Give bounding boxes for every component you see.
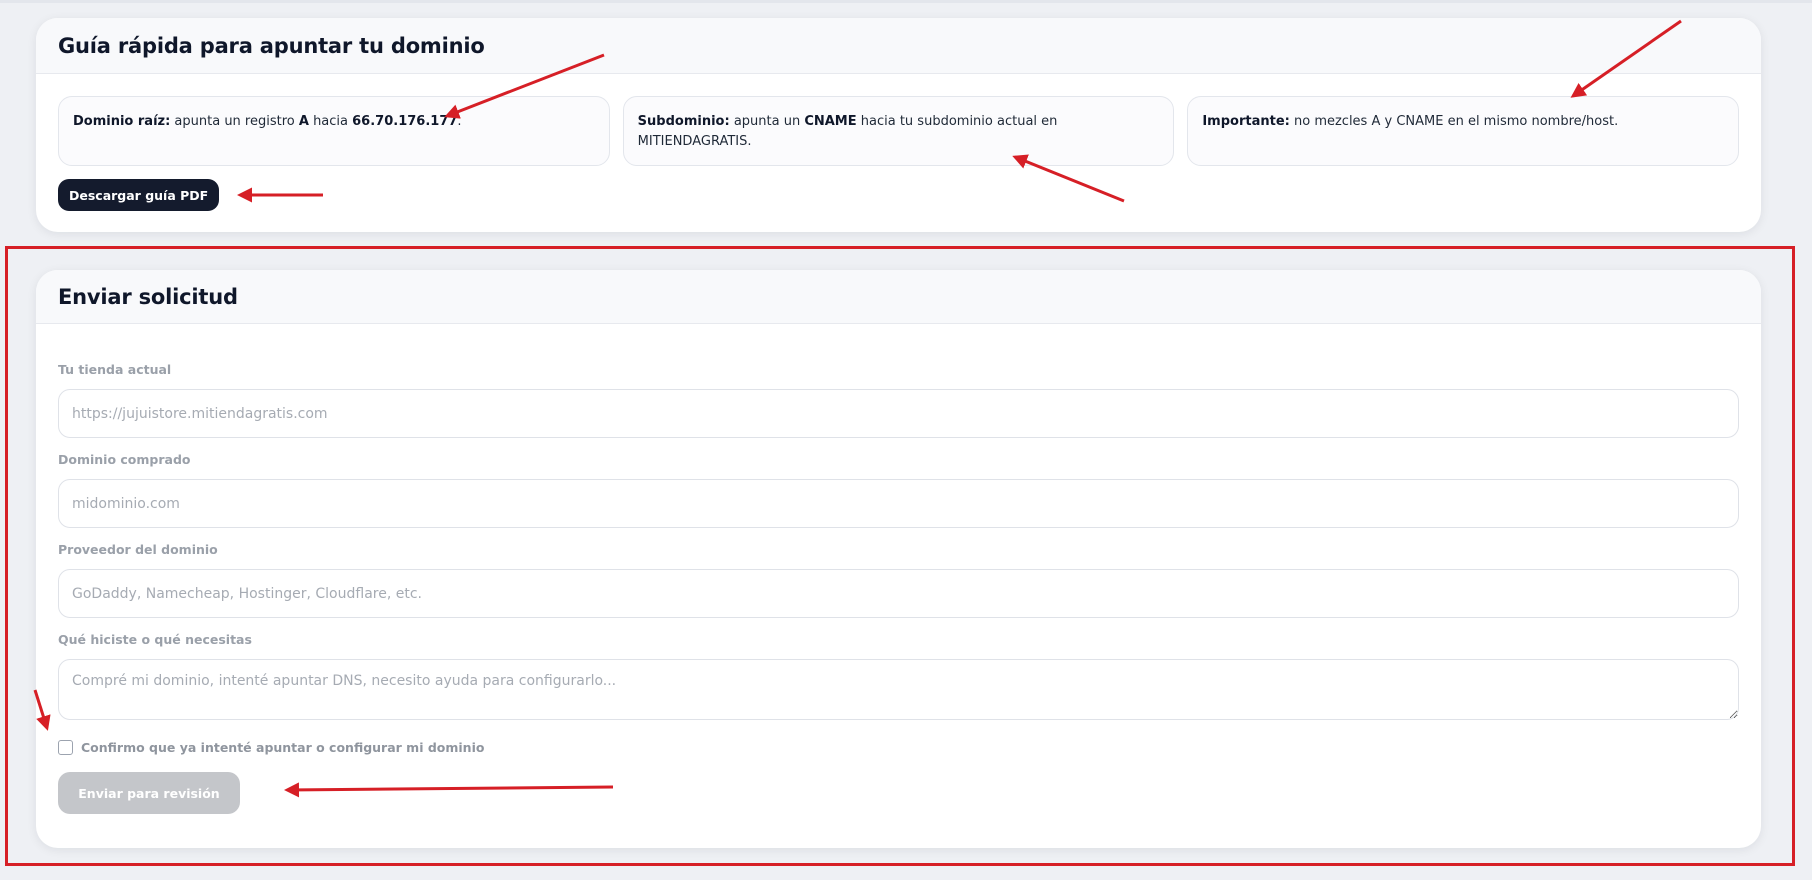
tip-important: Importante: no mezcles A y CNAME en el m… <box>1187 96 1740 166</box>
purchased-domain-label: Dominio comprado <box>58 452 191 467</box>
request-form-card: Enviar solicitud Tu tienda actual Domini… <box>36 270 1761 848</box>
tip-text: apunta un registro <box>170 114 299 129</box>
quick-guide-header: Guía rápida para apuntar tu dominio <box>36 18 1761 74</box>
current-store-input[interactable] <box>58 389 1739 438</box>
domain-provider-input[interactable] <box>58 569 1739 618</box>
current-store-label: Tu tienda actual <box>58 362 172 377</box>
tip-subdomain: Subdominio: apunta un CNAME hacia tu sub… <box>622 96 1175 166</box>
tip-record-type: A <box>298 114 309 129</box>
purchased-domain-input[interactable] <box>58 479 1739 528</box>
quick-guide-card: Guía rápida para apuntar tu dominio Domi… <box>36 18 1761 232</box>
details-textarea[interactable] <box>58 659 1739 720</box>
tip-subdomain-label: Subdominio: <box>637 114 730 129</box>
details-label: Qué hiciste o qué necesitas <box>58 632 252 647</box>
tip-text: no mezcles A y CNAME en el mismo nombre/… <box>1289 114 1619 129</box>
quick-guide-title: Guía rápida para apuntar tu dominio <box>58 33 485 58</box>
tip-root-domain-label: Dominio raíz: <box>73 114 171 129</box>
tip-root-domain: Dominio raíz: apunta un registro A hacia… <box>58 96 610 166</box>
tip-important-label: Importante: <box>1202 114 1290 129</box>
request-form-title: Enviar solicitud <box>58 284 238 309</box>
tip-text: hacia <box>308 114 353 129</box>
tips-row: Dominio raíz: apunta un registro A hacia… <box>58 96 1740 166</box>
confirm-row: Confirmo que ya intenté apuntar o config… <box>58 740 484 755</box>
domain-provider-label: Proveedor del dominio <box>58 542 218 557</box>
confirm-checkbox[interactable] <box>58 740 73 755</box>
download-pdf-button[interactable]: Descargar guía PDF <box>58 179 220 211</box>
confirm-label[interactable]: Confirmo que ya intenté apuntar o config… <box>81 740 484 755</box>
top-divider <box>0 0 1812 3</box>
tip-text: . <box>457 114 462 129</box>
request-form-header: Enviar solicitud <box>36 270 1761 324</box>
submit-review-button[interactable]: Enviar para revisión <box>58 772 240 814</box>
tip-record-type: CNAME <box>804 114 857 129</box>
tip-text: apunta un <box>729 114 805 129</box>
tip-ip-address: 66.70.176.177 <box>352 114 458 129</box>
